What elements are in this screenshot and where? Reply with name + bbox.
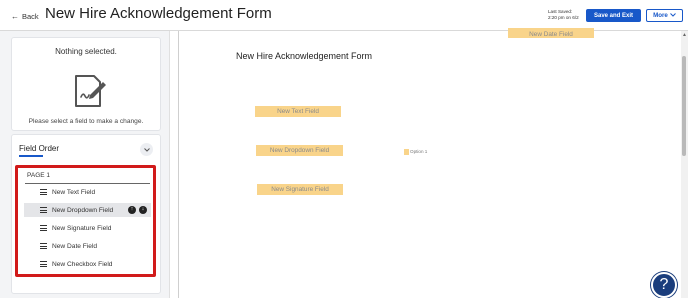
drag-handle-icon[interactable]	[40, 189, 47, 195]
signature-field[interactable]: New Signature Field	[257, 184, 343, 195]
edit-document-icon	[75, 75, 106, 107]
order-item-dropdown[interactable]: New Dropdown Field ↑ ↓	[24, 203, 151, 217]
field-properties-panel: Nothing selected. Please select a field …	[11, 37, 161, 131]
arrow-left-icon: ←	[11, 12, 19, 21]
collapse-chevron-icon[interactable]	[140, 143, 153, 156]
back-label: Back	[22, 12, 39, 21]
order-item-checkbox[interactable]: New Checkbox Field	[24, 257, 151, 271]
chevron-down-icon	[670, 12, 676, 19]
scroll-up-icon[interactable]: ▲	[682, 32, 687, 38]
order-item-label: New Date Field	[52, 242, 98, 250]
page-label: PAGE 1	[27, 172, 51, 179]
order-item-label: New Text Field	[52, 188, 96, 196]
more-menu-button[interactable]: More	[646, 9, 683, 22]
more-label: More	[653, 12, 668, 19]
last-saved-info: Last Saved: 2:20 pm on 6/2	[548, 9, 579, 21]
drag-handle-icon[interactable]	[40, 261, 47, 267]
option-marker	[404, 148, 409, 155]
field-order-title: Field Order	[19, 144, 60, 153]
help-icon[interactable]: ?	[651, 272, 677, 298]
document-canvas	[170, 31, 688, 298]
date-field[interactable]: New Date Field	[508, 28, 594, 38]
back-link[interactable]: ← Back	[11, 12, 39, 21]
order-item-date[interactable]: New Date Field	[24, 239, 151, 253]
dropdown-field[interactable]: New Dropdown Field	[256, 145, 343, 156]
move-up-icon[interactable]: ↑	[128, 206, 136, 214]
page-divider	[25, 183, 150, 184]
document-title: New Hire Acknowledgement Form	[236, 51, 373, 61]
last-saved-value: 2:20 pm on 6/2	[548, 15, 579, 20]
order-item-label: New Dropdown Field	[52, 206, 114, 214]
drag-handle-icon[interactable]	[40, 225, 47, 231]
document-edge	[178, 31, 179, 298]
order-item-label: New Checkbox Field	[52, 260, 113, 268]
page-title: New Hire Acknowledgement Form	[45, 5, 272, 22]
move-down-icon[interactable]: ↓	[139, 206, 147, 214]
please-select-text: Please select a field to make a change.	[28, 118, 144, 125]
text-field[interactable]: New Text Field	[255, 106, 341, 117]
nothing-selected-text: Nothing selected.	[55, 47, 117, 56]
drag-handle-icon[interactable]	[40, 207, 47, 213]
field-order-underline	[19, 155, 43, 157]
option-label: Option 1	[410, 149, 428, 154]
save-and-exit-button[interactable]: Save and Exit	[586, 9, 641, 22]
reorder-controls: ↑ ↓	[128, 206, 147, 214]
drag-handle-icon[interactable]	[40, 243, 47, 249]
top-header: ← Back New Hire Acknowledgement Form Las…	[0, 0, 688, 31]
scrollbar-thumb[interactable]	[682, 56, 686, 156]
order-item-text[interactable]: New Text Field	[24, 185, 151, 199]
dropdown-option[interactable]: Option 1	[404, 148, 427, 155]
order-item-label: New Signature Field	[52, 224, 112, 232]
order-item-signature[interactable]: New Signature Field	[24, 221, 151, 235]
